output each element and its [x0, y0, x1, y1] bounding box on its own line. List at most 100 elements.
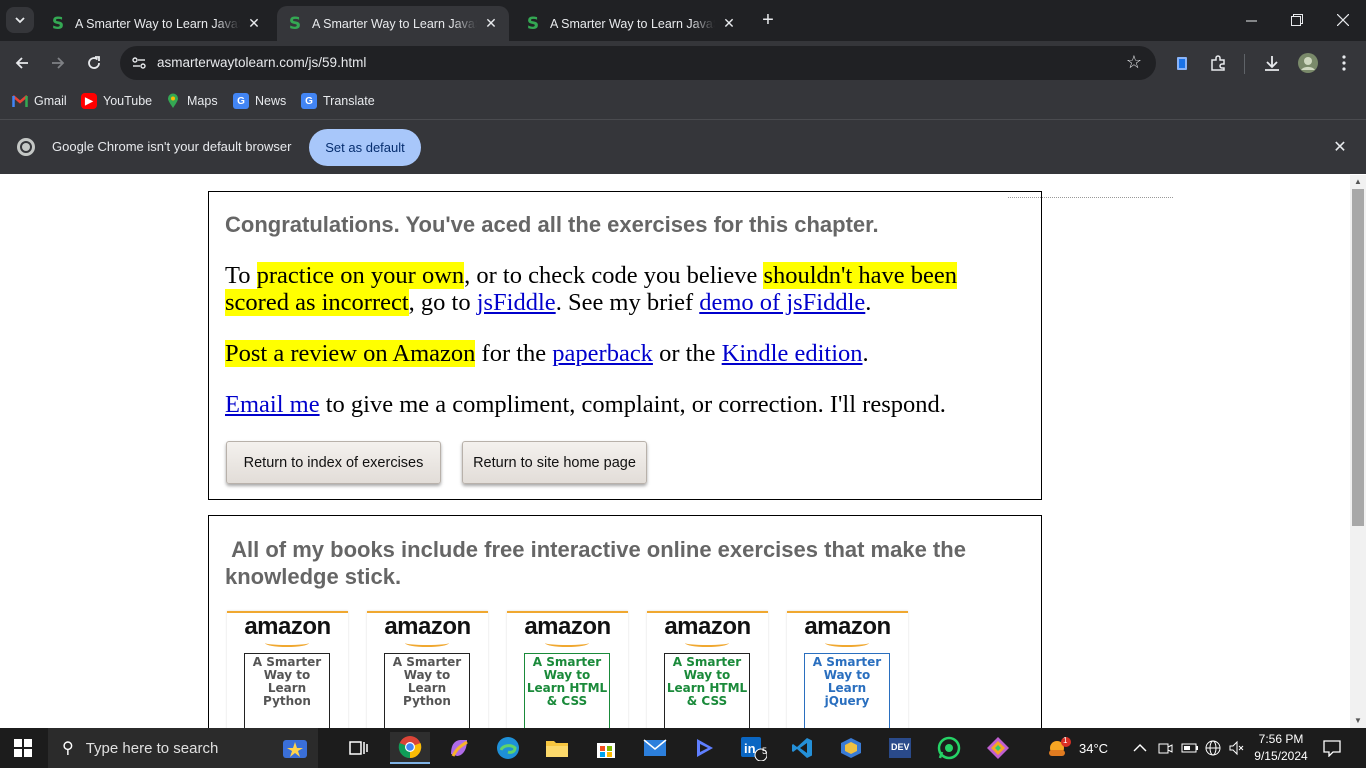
scroll-down-icon[interactable]: ▼	[1353, 716, 1363, 726]
reload-button[interactable]	[80, 49, 108, 77]
copilot-icon[interactable]	[439, 732, 479, 764]
bookmark-youtube[interactable]: ▶ YouTube	[81, 93, 152, 109]
site-info-icon[interactable]	[130, 54, 148, 72]
close-icon	[1337, 14, 1349, 26]
video-app-icon[interactable]	[684, 732, 724, 764]
weather-widget[interactable]: 1 34°C	[1045, 728, 1108, 768]
bookmark-star-icon[interactable]: ☆	[1126, 52, 1142, 73]
battery-icon[interactable]	[1181, 728, 1199, 768]
amazon-logo: amazon	[524, 613, 611, 640]
scroll-up-icon[interactable]: ▲	[1353, 177, 1363, 187]
extensions-puzzle-icon[interactable]	[1206, 51, 1230, 75]
maps-icon	[165, 93, 181, 109]
svg-text:DEV: DEV	[891, 742, 910, 752]
highlight-review: Post a review on Amazon	[225, 340, 476, 367]
browser-menu-icon[interactable]	[1332, 51, 1356, 75]
browser-tab-3[interactable]: S A Smarter Way to Learn JavaScript ✕	[515, 6, 747, 41]
browser-tab-2-active[interactable]: S A Smarter Way to Learn JavaScript ✕	[277, 6, 509, 41]
restore-button[interactable]	[1274, 0, 1320, 40]
close-window-button[interactable]	[1320, 0, 1366, 40]
books-heading: All of my books include free interactive…	[225, 537, 966, 589]
bookmark-maps[interactable]: Maps	[165, 93, 218, 109]
file-explorer-icon[interactable]	[537, 732, 577, 764]
email-me-link[interactable]: Email me	[225, 391, 320, 418]
close-tab-icon[interactable]: ✕	[483, 15, 499, 32]
edge-icon[interactable]	[488, 732, 528, 764]
book-cover: A Smarter Way to Learn jQuery	[804, 653, 890, 728]
tab-title: A Smarter Way to Learn JavaScript	[312, 16, 477, 31]
svg-text:in: in	[744, 741, 756, 756]
windows-start-icon[interactable]	[14, 739, 32, 757]
paperback-link[interactable]: paperback	[552, 340, 653, 367]
git-app-icon[interactable]	[978, 732, 1018, 764]
restore-icon	[1291, 14, 1303, 26]
close-tab-icon[interactable]: ✕	[246, 15, 262, 32]
download-icon[interactable]	[1260, 51, 1284, 75]
amazon-logo: amazon	[664, 613, 751, 640]
return-to-home-button[interactable]: Return to site home page	[462, 441, 647, 484]
close-tab-icon[interactable]: ✕	[721, 15, 737, 32]
linkedin-icon[interactable]: in 5	[733, 732, 773, 764]
whatsapp-icon[interactable]	[929, 732, 969, 764]
amazon-smile-icon	[545, 639, 589, 647]
forward-button[interactable]	[44, 49, 72, 77]
book-card-python-1[interactable]: amazon A Smarter Way to Learn Python	[227, 611, 348, 728]
jsfiddle-link[interactable]: jsFiddle	[477, 289, 556, 316]
chrome-logo-icon	[17, 138, 35, 156]
return-to-index-button[interactable]: Return to index of exercises	[226, 441, 441, 484]
book-card-jquery[interactable]: amazon A Smarter Way to Learn jQuery	[787, 611, 908, 728]
chevron-up-icon	[1133, 744, 1147, 752]
minimize-icon	[1245, 20, 1257, 21]
bookmark-news[interactable]: G News	[233, 93, 286, 109]
bookmark-translate[interactable]: G Translate	[301, 93, 375, 109]
jsfiddle-demo-link[interactable]: demo of jsFiddle	[699, 289, 865, 316]
bookmark-label: Gmail	[34, 94, 67, 108]
mail-icon[interactable]	[635, 732, 675, 764]
book-cover: A Smarter Way to Learn HTML & CSS	[524, 653, 610, 728]
browser-toolbar: asmarterwaytolearn.com/js/59.html ☆	[0, 41, 1366, 85]
new-tab-button[interactable]: +	[756, 8, 780, 32]
minimize-button[interactable]	[1228, 0, 1274, 40]
profile-avatar[interactable]	[1296, 51, 1320, 75]
amazon-smile-icon	[405, 639, 449, 647]
book-card-html-css-1[interactable]: amazon A Smarter Way to Learn HTML & CSS	[507, 611, 628, 728]
scrollbar-thumb[interactable]	[1352, 189, 1364, 526]
show-hidden-icons[interactable]	[1133, 728, 1147, 768]
volume-muted-icon[interactable]	[1228, 728, 1244, 768]
weather-badge: 1	[1063, 736, 1068, 745]
virtualbox-icon[interactable]	[831, 732, 871, 764]
book-card-html-css-2[interactable]: amazon A Smarter Way to Learn HTML & CSS	[647, 611, 768, 728]
translate-icon: G	[301, 93, 317, 109]
microsoft-store-icon[interactable]	[586, 732, 626, 764]
search-placeholder: Type here to search	[85, 739, 219, 757]
news-widget-icon[interactable]	[274, 732, 314, 764]
amazon-smile-icon	[825, 639, 869, 647]
notifications-icon[interactable]	[1323, 728, 1341, 768]
tab-title: A Smarter Way to Learn JavaScript	[75, 16, 240, 31]
review-paragraph: Post a review on Amazon for the paperbac…	[225, 340, 869, 367]
meet-now-icon[interactable]	[1157, 728, 1173, 768]
extension-icon[interactable]	[1170, 51, 1194, 75]
set-as-default-button[interactable]: Set as default	[309, 129, 421, 166]
news-icon: G	[233, 93, 249, 109]
address-bar[interactable]: asmarterwaytolearn.com/js/59.html ☆	[120, 46, 1156, 80]
book-cover: A Smarter Way to Learn Python	[384, 653, 470, 728]
network-globe-icon[interactable]	[1205, 728, 1221, 768]
close-infobar-icon[interactable]: ✕	[1330, 137, 1350, 157]
books-panel: All of my books include free interactive…	[208, 515, 1042, 728]
chrome-taskbar-icon[interactable]	[390, 732, 430, 764]
dev-icon[interactable]: DEV	[880, 732, 920, 764]
back-button[interactable]	[8, 49, 36, 77]
task-view-icon[interactable]	[339, 732, 379, 764]
bookmark-label: Translate	[323, 94, 375, 108]
tab-search-button[interactable]	[6, 7, 34, 33]
kindle-edition-link[interactable]: Kindle edition	[722, 340, 863, 367]
gmail-icon	[12, 93, 28, 109]
amazon-logo: amazon	[244, 613, 331, 640]
book-card-python-2[interactable]: amazon A Smarter Way to Learn Python	[367, 611, 488, 728]
vscode-icon[interactable]	[782, 732, 822, 764]
browser-tab-1[interactable]: S A Smarter Way to Learn JavaScript ✕	[40, 6, 272, 41]
page-scrollbar[interactable]: ▲ ▼	[1350, 175, 1366, 728]
taskbar-clock[interactable]: 7:56 PM 9/15/2024	[1248, 731, 1314, 765]
bookmark-gmail[interactable]: Gmail	[12, 93, 67, 109]
